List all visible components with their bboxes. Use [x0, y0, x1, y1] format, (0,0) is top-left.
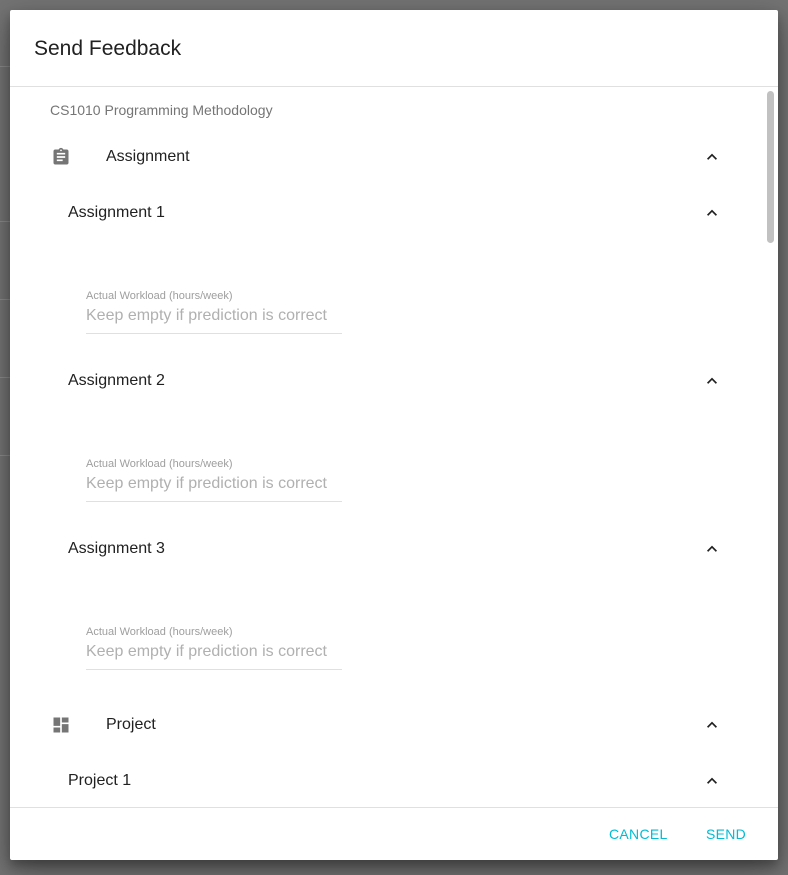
section-header-project[interactable]: Project [10, 705, 750, 745]
section-header-assignment[interactable]: Assignment [10, 137, 750, 177]
chevron-up-icon[interactable] [702, 203, 722, 223]
course-name: CS1010 Programming Methodology [50, 102, 273, 118]
item-label: Assignment 3 [68, 540, 165, 557]
send-feedback-dialog: Send Feedback CS1010 Programming Methodo… [10, 10, 778, 860]
dialog-content[interactable]: CS1010 Programming Methodology Assignmen… [10, 87, 778, 807]
background-divider [0, 221, 10, 222]
chevron-up-icon[interactable] [702, 371, 722, 391]
item-label: Assignment 1 [68, 204, 165, 221]
workload-input-assignment-1[interactable] [86, 304, 342, 328]
dialog-actions: CANCEL SEND [10, 808, 778, 860]
dialog-title: Send Feedback [34, 37, 182, 60]
input-underline [86, 501, 342, 502]
workload-input-assignment-3[interactable] [86, 640, 342, 664]
section-label: Assignment [106, 148, 190, 165]
chevron-up-icon[interactable] [702, 771, 722, 791]
background-divider [0, 377, 10, 378]
input-underline [86, 333, 342, 334]
cancel-button[interactable]: CANCEL [609, 826, 668, 842]
input-underline [86, 669, 342, 670]
item-header-assignment-1[interactable]: Assignment 1 [10, 193, 750, 233]
chevron-up-icon[interactable] [702, 147, 722, 167]
section-label: Project [106, 716, 156, 733]
workload-field-assignment-2: Actual Workload (hours/week) [86, 458, 342, 508]
send-button[interactable]: SEND [706, 826, 746, 842]
scrollbar-thumb[interactable] [767, 91, 774, 243]
project-dashboard-icon [51, 715, 71, 735]
item-header-assignment-3[interactable]: Assignment 3 [10, 529, 750, 569]
chevron-up-icon[interactable] [702, 715, 722, 735]
workload-field-label: Actual Workload (hours/week) [86, 626, 233, 638]
chevron-up-icon[interactable] [702, 539, 722, 559]
item-header-project-1[interactable]: Project 1 [10, 761, 750, 801]
workload-input-assignment-2[interactable] [86, 472, 342, 496]
item-header-assignment-2[interactable]: Assignment 2 [10, 361, 750, 401]
workload-field-assignment-3: Actual Workload (hours/week) [86, 626, 342, 676]
item-label: Assignment 2 [68, 372, 165, 389]
item-label: Project 1 [68, 772, 132, 789]
workload-field-label: Actual Workload (hours/week) [86, 290, 233, 302]
background-divider [0, 66, 10, 67]
background-divider [0, 299, 10, 300]
assignment-clipboard-icon [51, 147, 71, 167]
background-divider [0, 455, 10, 456]
workload-field-label: Actual Workload (hours/week) [86, 458, 233, 470]
workload-field-assignment-1: Actual Workload (hours/week) [86, 290, 342, 340]
